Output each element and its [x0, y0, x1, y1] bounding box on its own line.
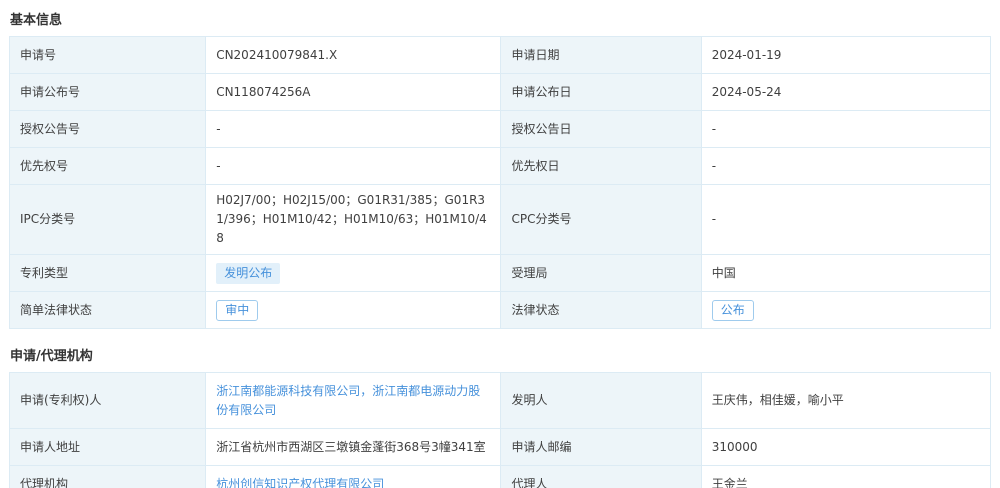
field-label-publication-date: 申请公布日	[501, 74, 701, 111]
field-label-applicant: 申请(专利权)人	[10, 373, 206, 429]
field-value-ipc-class: H02J7/00；H02J15/00；G01R31/385；G01R31/396…	[206, 185, 501, 255]
field-value-publication-date: 2024-05-24	[701, 74, 990, 111]
table-row: 授权公告号 - 授权公告日 -	[10, 111, 991, 148]
field-label-grant-date: 授权公告日	[501, 111, 701, 148]
field-label-agent: 代理人	[501, 466, 701, 488]
basic-info-table: 申请号 CN202410079841.X 申请日期 2024-01-19 申请公…	[9, 36, 991, 329]
field-value-publication-number: CN118074256A	[206, 74, 501, 111]
field-value-simple-legal-status: 审中	[206, 292, 501, 329]
field-value-cpc-class: -	[701, 185, 990, 255]
table-row: 申请人地址 浙江省杭州市西湖区三墩镇金蓬街368号3幢341室 申请人邮编 31…	[10, 429, 991, 466]
field-label-applicant-zipcode: 申请人邮编	[501, 429, 701, 466]
field-value-patent-type: 发明公布	[206, 255, 501, 292]
field-label-priority-number: 优先权号	[10, 148, 206, 185]
section-title-basic-info: 基本信息	[9, 0, 991, 36]
field-label-cpc-class: CPC分类号	[501, 185, 701, 255]
field-value-applicant: 浙江南都能源科技有限公司，浙江南都电源动力股份有限公司	[206, 373, 501, 429]
field-value-accepting-office: 中国	[701, 255, 990, 292]
field-value-inventors: 王庆伟，相佳媛，喻小平	[701, 373, 990, 429]
field-label-application-number: 申请号	[10, 37, 206, 74]
field-label-legal-status: 法律状态	[501, 292, 701, 329]
table-row: 优先权号 - 优先权日 -	[10, 148, 991, 185]
field-label-priority-date: 优先权日	[501, 148, 701, 185]
table-row: 代理机构 杭州创信知识产权代理有限公司 代理人 王金兰	[10, 466, 991, 488]
field-value-grant-date: -	[701, 111, 990, 148]
table-row: IPC分类号 H02J7/00；H02J15/00；G01R31/385；G01…	[10, 185, 991, 255]
field-value-priority-date: -	[701, 148, 990, 185]
section-title-agency: 申请/代理机构	[9, 329, 991, 372]
field-label-application-date: 申请日期	[501, 37, 701, 74]
field-value-applicant-zipcode: 310000	[701, 429, 990, 466]
field-label-applicant-address: 申请人地址	[10, 429, 206, 466]
field-label-publication-number: 申请公布号	[10, 74, 206, 111]
simple-legal-status-badge[interactable]: 审中	[216, 300, 258, 321]
field-label-accepting-office: 受理局	[501, 255, 701, 292]
field-value-applicant-address: 浙江省杭州市西湖区三墩镇金蓬街368号3幢341室	[206, 429, 501, 466]
field-value-application-number: CN202410079841.X	[206, 37, 501, 74]
field-label-patent-type: 专利类型	[10, 255, 206, 292]
table-row: 申请号 CN202410079841.X 申请日期 2024-01-19	[10, 37, 991, 74]
field-value-grant-number: -	[206, 111, 501, 148]
field-value-legal-status: 公布	[701, 292, 990, 329]
field-label-agency: 代理机构	[10, 466, 206, 488]
table-row: 申请公布号 CN118074256A 申请公布日 2024-05-24	[10, 74, 991, 111]
table-row: 申请(专利权)人 浙江南都能源科技有限公司，浙江南都电源动力股份有限公司 发明人…	[10, 373, 991, 429]
legal-status-badge[interactable]: 公布	[712, 300, 754, 321]
field-value-agent: 王金兰	[701, 466, 990, 488]
patent-detail-page: 基本信息 申请号 CN202410079841.X 申请日期 2024-01-1…	[0, 0, 1000, 488]
field-value-priority-number: -	[206, 148, 501, 185]
field-value-agency: 杭州创信知识产权代理有限公司	[206, 466, 501, 488]
table-row: 专利类型 发明公布 受理局 中国	[10, 255, 991, 292]
field-value-application-date: 2024-01-19	[701, 37, 990, 74]
applicant-link[interactable]: 浙江南都能源科技有限公司，浙江南都电源动力股份有限公司	[216, 384, 480, 417]
field-label-grant-number: 授权公告号	[10, 111, 206, 148]
table-row: 简单法律状态 审中 法律状态 公布	[10, 292, 991, 329]
field-label-ipc-class: IPC分类号	[10, 185, 206, 255]
field-label-inventors: 发明人	[501, 373, 701, 429]
field-label-simple-legal-status: 简单法律状态	[10, 292, 206, 329]
agency-link[interactable]: 杭州创信知识产权代理有限公司	[216, 477, 384, 488]
patent-type-badge[interactable]: 发明公布	[216, 263, 280, 284]
agency-table: 申请(专利权)人 浙江南都能源科技有限公司，浙江南都电源动力股份有限公司 发明人…	[9, 372, 991, 488]
